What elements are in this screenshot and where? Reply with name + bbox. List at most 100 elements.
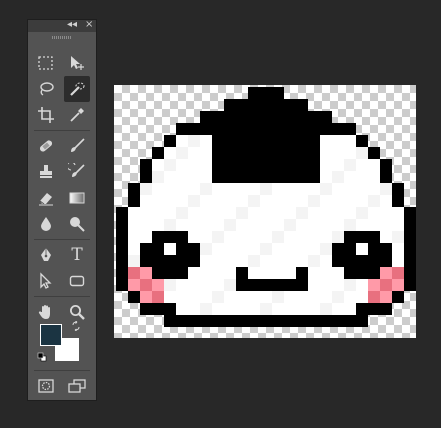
blush-pixel bbox=[140, 267, 152, 279]
fill-pixel bbox=[380, 183, 392, 195]
fill-pixel bbox=[272, 303, 284, 315]
tools-panel: ◂◂ × T bbox=[27, 19, 97, 401]
fill-pixel bbox=[368, 159, 380, 171]
screen-mode-button[interactable] bbox=[64, 373, 90, 399]
swap-colors-button[interactable] bbox=[70, 320, 82, 332]
blush-pixel bbox=[380, 267, 392, 279]
outline-pixel bbox=[344, 267, 356, 279]
type-tool-icon: T bbox=[71, 245, 83, 265]
fill-pixel bbox=[284, 267, 296, 279]
collapse-panel-button[interactable]: ◂◂ bbox=[67, 19, 77, 31]
blur-tool-button[interactable] bbox=[33, 211, 59, 237]
shape-tool-button[interactable] bbox=[64, 268, 90, 294]
fill-pixel bbox=[392, 255, 404, 267]
eyedropper-tool-button[interactable] bbox=[64, 102, 90, 128]
fill-pixel bbox=[224, 219, 236, 231]
outline-pixel bbox=[248, 99, 260, 111]
fill-pixel bbox=[188, 219, 200, 231]
outline-pixel bbox=[356, 267, 368, 279]
fill-pixel bbox=[272, 231, 284, 243]
blush-pixel bbox=[140, 279, 152, 291]
fill-pixel bbox=[176, 147, 188, 159]
dodge-tool-button[interactable] bbox=[64, 211, 90, 237]
fill-pixel bbox=[176, 303, 188, 315]
outline-pixel bbox=[260, 315, 272, 327]
fill-pixel bbox=[284, 219, 296, 231]
outline-pixel bbox=[308, 159, 320, 171]
fill-pixel bbox=[176, 183, 188, 195]
fill-pixel bbox=[164, 219, 176, 231]
fill-pixel bbox=[308, 195, 320, 207]
outline-pixel bbox=[356, 303, 368, 315]
panel-grip[interactable] bbox=[52, 36, 72, 39]
fill-pixel bbox=[176, 207, 188, 219]
history-brush-icon bbox=[68, 163, 85, 177]
eraser-tool-button[interactable] bbox=[33, 185, 59, 211]
fill-pixel bbox=[392, 231, 404, 243]
hand-tool-button[interactable] bbox=[33, 299, 59, 325]
quick-selection-tool-button[interactable] bbox=[64, 76, 90, 102]
document-canvas[interactable] bbox=[114, 85, 416, 338]
spot-healing-brush-button[interactable] bbox=[33, 133, 59, 159]
fill-pixel bbox=[140, 195, 152, 207]
fill-pixel bbox=[332, 291, 344, 303]
quick-mask-button[interactable] bbox=[33, 373, 59, 399]
type-tool-button[interactable]: T bbox=[64, 242, 90, 268]
outline-pixel bbox=[212, 123, 224, 135]
pen-tool-button[interactable] bbox=[33, 242, 59, 268]
marquee-tool-button[interactable] bbox=[33, 50, 59, 76]
fill-pixel bbox=[128, 255, 140, 267]
fill-pixel bbox=[356, 147, 368, 159]
fill-pixel bbox=[248, 207, 260, 219]
outline-pixel bbox=[224, 99, 236, 111]
fill-pixel bbox=[344, 303, 356, 315]
lasso-tool-icon bbox=[40, 82, 54, 96]
clone-stamp-tool-icon bbox=[40, 165, 52, 178]
tool-separator bbox=[34, 239, 90, 240]
history-brush-tool-button[interactable] bbox=[64, 159, 90, 185]
outline-pixel bbox=[296, 135, 308, 147]
outline-pixel bbox=[248, 171, 260, 183]
fill-pixel bbox=[296, 255, 308, 267]
outline-pixel bbox=[224, 147, 236, 159]
outline-pixel bbox=[392, 183, 404, 195]
lasso-tool-button[interactable] bbox=[33, 76, 59, 102]
fill-pixel bbox=[140, 219, 152, 231]
brush-tool-button[interactable] bbox=[64, 133, 90, 159]
fill-pixel bbox=[164, 183, 176, 195]
fill-pixel bbox=[260, 303, 272, 315]
outline-pixel bbox=[188, 255, 200, 267]
close-panel-button[interactable]: × bbox=[85, 19, 93, 31]
fill-pixel bbox=[212, 279, 224, 291]
clone-stamp-tool-button[interactable] bbox=[33, 159, 59, 185]
path-selection-tool-button[interactable] bbox=[33, 268, 59, 294]
foreground-color-swatch[interactable] bbox=[40, 324, 62, 346]
outline-pixel bbox=[260, 159, 272, 171]
fill-pixel bbox=[248, 255, 260, 267]
fill-pixel bbox=[344, 171, 356, 183]
fill-pixel bbox=[152, 159, 164, 171]
gradient-tool-button[interactable] bbox=[64, 185, 90, 211]
outline-pixel bbox=[332, 315, 344, 327]
fill-pixel bbox=[260, 231, 272, 243]
fill-pixel bbox=[320, 171, 332, 183]
fill-pixel bbox=[272, 219, 284, 231]
fill-pixel bbox=[320, 159, 332, 171]
crop-tool-button[interactable] bbox=[33, 102, 59, 128]
fill-pixel bbox=[308, 219, 320, 231]
fill-pixel bbox=[332, 267, 344, 279]
move-tool-button[interactable] bbox=[64, 50, 90, 76]
outline-pixel bbox=[224, 171, 236, 183]
outline-pixel bbox=[224, 135, 236, 147]
default-colors-button[interactable] bbox=[36, 351, 48, 363]
fill-pixel bbox=[308, 183, 320, 195]
fill-pixel bbox=[272, 255, 284, 267]
outline-pixel bbox=[176, 315, 188, 327]
fill-pixel bbox=[200, 267, 212, 279]
panel-header: ◂◂ × bbox=[28, 19, 96, 32]
fill-pixel bbox=[380, 195, 392, 207]
fill-pixel bbox=[188, 159, 200, 171]
outline-pixel bbox=[332, 123, 344, 135]
fill-pixel bbox=[320, 135, 332, 147]
fill-pixel bbox=[248, 267, 260, 279]
